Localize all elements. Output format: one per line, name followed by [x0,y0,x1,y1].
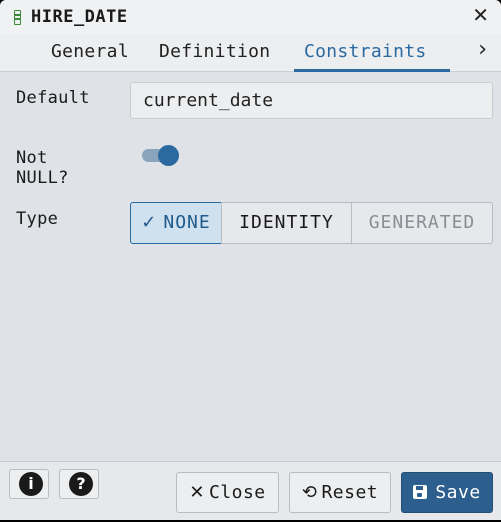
info-button[interactable]: i [9,469,49,499]
tab-definition[interactable]: Definition [159,41,270,62]
type-label: Type [16,209,59,229]
help-icon: ? [69,472,93,496]
dialog-title: HIRE_DATE [31,7,128,27]
not-null-toggle[interactable] [142,145,179,166]
type-option-generated[interactable]: GENERATED [351,202,493,244]
active-tab-indicator [294,69,450,72]
toggle-knob [158,145,179,166]
tab-bar: General Definition Constraints › [0,34,501,72]
type-option-none[interactable]: ✓ NONE [130,202,222,244]
default-label: Default [16,88,90,108]
tab-general[interactable]: General [51,41,129,62]
type-option-label: IDENTITY [239,212,334,233]
reset-button-label: Reset [321,482,379,503]
help-button[interactable]: ? [59,469,99,499]
default-value-field[interactable]: current_date [130,82,493,119]
not-null-label: Not NULL? [16,148,69,188]
close-button[interactable]: ✕ Close [176,472,279,513]
reset-button[interactable]: ⟲ Reset [289,472,391,513]
close-icon[interactable]: ✕ [472,4,489,26]
close-button-label: Close [208,482,266,503]
save-button-label: Save [435,482,481,503]
save-icon [413,485,428,499]
check-icon: ✓ [141,212,158,233]
tab-constraints[interactable]: Constraints [304,41,427,62]
info-icon: i [19,472,43,496]
dialog-footer: i ? ✕ Close ⟲ Reset Save [0,461,501,520]
save-button[interactable]: Save [401,472,493,513]
chevron-right-icon[interactable]: › [478,37,487,62]
title-bar: HIRE_DATE ✕ [0,0,501,34]
type-option-label: GENERATED [368,212,476,233]
type-option-identity[interactable]: IDENTITY [221,202,352,244]
column-properties-dialog: HIRE_DATE ✕ General Definition Constrain… [0,0,501,520]
close-icon: ✕ [189,482,205,503]
type-option-label: NONE [163,212,211,233]
reset-icon: ⟲ [301,482,318,503]
column-icon [14,10,21,25]
